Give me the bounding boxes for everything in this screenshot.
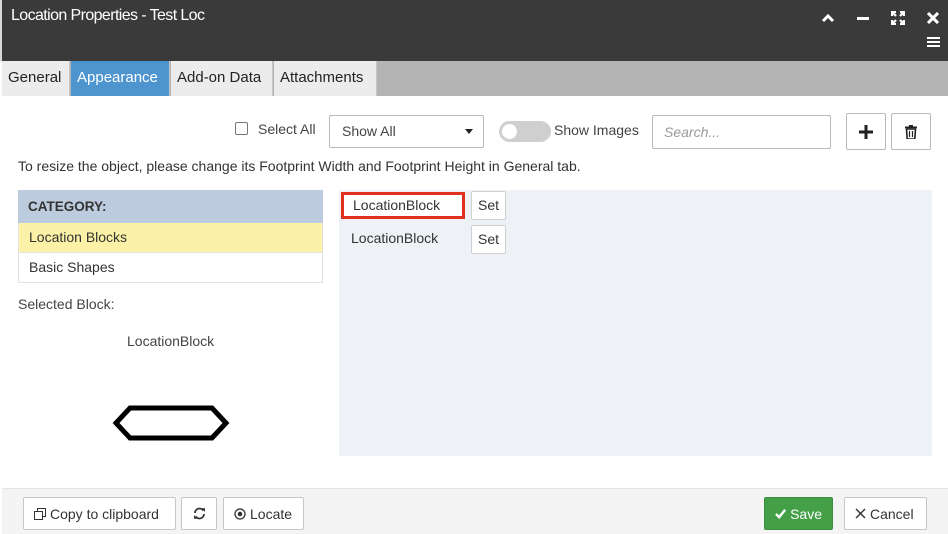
locate-button[interactable]: Locate — [223, 497, 304, 530]
show-images-toggle[interactable] — [499, 121, 551, 142]
block-item-location-block-2[interactable]: LocationBlock — [341, 226, 465, 253]
locate-label: Locate — [250, 505, 293, 522]
select-all-checkbox[interactable] — [235, 122, 248, 135]
minimize-icon[interactable] — [854, 9, 872, 27]
delete-button[interactable] — [891, 113, 931, 150]
tab-attachments[interactable]: Attachments — [274, 61, 377, 96]
cancel-label: Cancel — [870, 505, 914, 522]
copy-to-clipboard-button[interactable]: Copy to clipboard — [23, 497, 176, 530]
target-icon — [234, 507, 246, 520]
appearance-panel: Select All Show All Show Images To resiz… — [2, 96, 948, 488]
tab-appearance[interactable]: Appearance — [71, 61, 170, 96]
tab-general[interactable]: General — [2, 61, 70, 96]
category-header: CATEGORY: — [18, 190, 323, 223]
resize-info-text: To resize the object, please change its … — [18, 158, 581, 174]
hexagon-shape-icon — [112, 405, 230, 441]
add-button[interactable] — [846, 113, 886, 150]
close-icon — [855, 508, 866, 519]
tab-bar: General Appearance Add-on Data Attachmen… — [2, 61, 948, 96]
dialog-footer: Copy to clipboard Locate Save Cancel — [2, 488, 948, 534]
category-item-location-blocks[interactable]: Location Blocks — [18, 223, 323, 253]
selected-block-label: Selected Block: — [18, 296, 115, 312]
block-item-location-block-1[interactable]: LocationBlock — [341, 192, 465, 219]
search-input[interactable] — [652, 115, 831, 149]
cancel-button[interactable]: Cancel — [844, 497, 927, 530]
fullscreen-icon[interactable] — [889, 9, 907, 27]
refresh-button[interactable] — [181, 497, 217, 530]
plus-icon — [859, 124, 873, 139]
filter-select[interactable]: Show All — [329, 115, 484, 148]
filter-select-value: Show All — [342, 123, 396, 139]
trash-icon — [905, 124, 917, 139]
chevron-down-icon — [465, 129, 473, 134]
category-panel: CATEGORY: Location Blocks Basic Shapes — [18, 190, 323, 283]
set-button-1[interactable]: Set — [471, 191, 506, 220]
menu-icon[interactable] — [924, 33, 942, 51]
window-titlebar: Location Properties - Test Loc — [0, 0, 948, 61]
refresh-icon — [193, 507, 205, 520]
save-label: Save — [790, 505, 822, 522]
select-all-label: Select All — [258, 121, 316, 137]
window-title: Location Properties - Test Loc — [11, 7, 205, 24]
selected-block-name: LocationBlock — [127, 333, 215, 349]
set-button-2[interactable]: Set — [471, 225, 506, 254]
show-images-label: Show Images — [554, 122, 639, 138]
close-icon[interactable] — [924, 9, 942, 27]
toggle-knob — [502, 124, 517, 139]
checkmark-icon — [775, 509, 787, 519]
block-list-area: LocationBlock Set LocationBlock Set — [339, 190, 932, 456]
tab-add-on-data[interactable]: Add-on Data — [171, 61, 273, 96]
copy-to-clipboard-label: Copy to clipboard — [50, 505, 159, 522]
copy-icon — [34, 507, 46, 520]
category-item-basic-shapes[interactable]: Basic Shapes — [18, 253, 323, 283]
save-button[interactable]: Save — [764, 497, 833, 530]
collapse-icon[interactable] — [819, 9, 837, 27]
